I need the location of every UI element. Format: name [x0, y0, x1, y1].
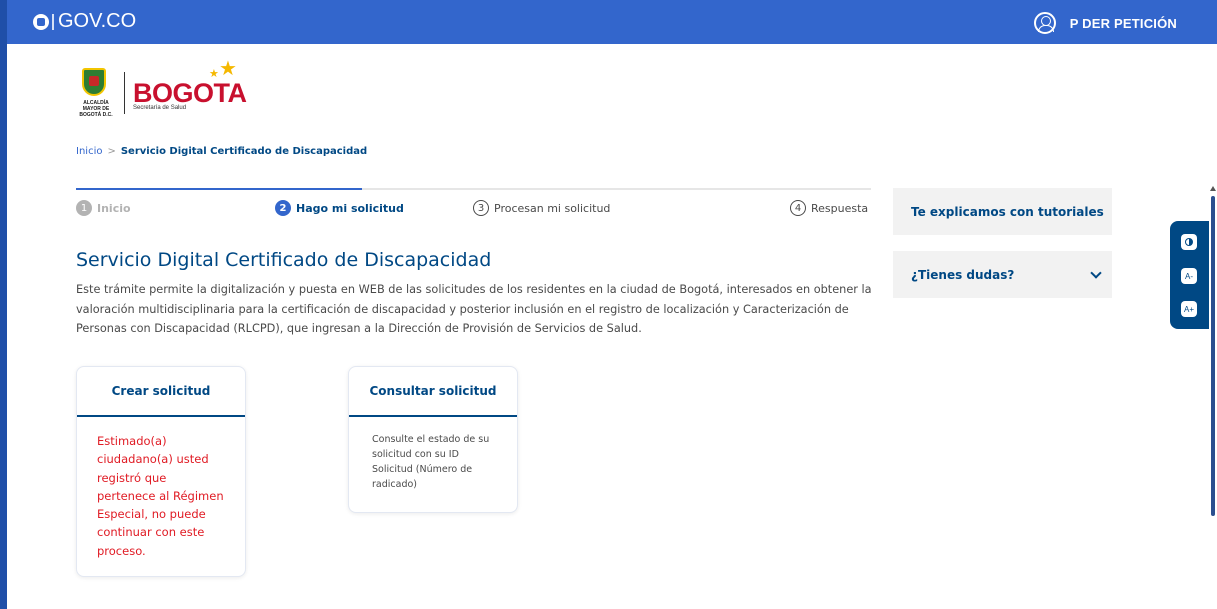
step-number: 1 [76, 200, 92, 216]
top-bar: GOV.CO P DER PETICIÓN [0, 0, 1217, 44]
tutorials-link[interactable]: Te explicamos con tutoriales [893, 188, 1112, 235]
govco-crest-icon [33, 13, 49, 30]
contrast-icon [1185, 238, 1193, 246]
scrollbar-thumb[interactable] [1211, 196, 1215, 516]
accessibility-toolbar: A- A+ [1170, 221, 1210, 329]
consult-request-title[interactable]: Consultar solicitud [349, 367, 517, 417]
govco-divider [52, 13, 54, 30]
step-inicio: 1 Inicio [76, 200, 131, 216]
breadcrumb-home-link[interactable]: Inicio [76, 146, 102, 157]
faq-label: ¿Tienes dudas? [911, 267, 1015, 282]
create-request-error-message: Estimado(a) ciudadano(a) usted registró … [97, 434, 224, 558]
consult-request-text: Consulte el estado de su solicitud con s… [372, 434, 490, 490]
create-request-title[interactable]: Crear solicitud [77, 367, 245, 417]
step-number: 4 [790, 200, 806, 216]
contrast-button[interactable] [1181, 234, 1197, 250]
create-request-card[interactable]: Crear solicitud Estimado(a) ciudadano(a)… [76, 366, 246, 577]
govco-text: GOV.CO [58, 10, 137, 32]
step-number: 3 [473, 200, 489, 216]
user-menu[interactable]: P DER PETICIÓN [1033, 12, 1177, 34]
consult-request-card[interactable]: Consultar solicitud Consulte el estado d… [348, 366, 518, 513]
bogota-shield-icon [82, 68, 106, 96]
page-title: Servicio Digital Certificado de Discapac… [76, 249, 492, 271]
star-icon: ★ [219, 56, 237, 80]
progress-stepper: 1 Inicio 2 Hago mi solicitud 3 Procesan … [76, 188, 871, 218]
govco-logo[interactable]: GOV.CO [33, 10, 136, 33]
decrease-font-button[interactable]: A- [1181, 268, 1197, 284]
breadcrumb-separator: > [107, 146, 116, 157]
page-description: Este trámite permite la digitalización y… [76, 283, 872, 335]
breadcrumb: Inicio > Servicio Digital Certificado de… [76, 146, 367, 157]
left-border [0, 44, 7, 609]
user-name: P DER PETICIÓN [1069, 15, 1177, 31]
breadcrumb-current: Servicio Digital Certificado de Discapac… [120, 146, 368, 157]
stepper-progress [76, 188, 363, 190]
bogota-logo[interactable]: ALCALDÍA MAYOR DE BOGOTÁ D.C. ★ ★ BOGOTA… [76, 58, 256, 120]
chevron-down-icon [1090, 266, 1102, 279]
step-hago-mi-solicitud: 2 Hago mi solicitud [275, 200, 404, 216]
step-label: Procesan mi solicitud [494, 201, 611, 215]
step-label: Inicio [97, 201, 131, 215]
step-procesan-mi-solicitud: 3 Procesan mi solicitud [473, 200, 610, 216]
page-scrollbar[interactable] [1209, 186, 1217, 609]
logo-divider [124, 72, 125, 114]
increase-font-button[interactable]: A+ [1181, 301, 1197, 317]
step-number: 2 [275, 200, 291, 216]
secretaria-text: Secretaría de Salud [133, 105, 187, 111]
step-label: Hago mi solicitud [296, 201, 404, 215]
alcaldia-text: ALCALDÍA MAYOR DE BOGOTÁ D.C. [79, 100, 113, 118]
user-avatar-icon [1033, 12, 1056, 34]
step-label: Respuesta [811, 201, 869, 215]
step-respuesta: 4 Respuesta [790, 200, 868, 216]
tutorials-label: Te explicamos con tutoriales [911, 204, 1104, 219]
scroll-up-icon[interactable] [1210, 186, 1216, 191]
faq-accordion[interactable]: ¿Tienes dudas? [893, 251, 1112, 298]
